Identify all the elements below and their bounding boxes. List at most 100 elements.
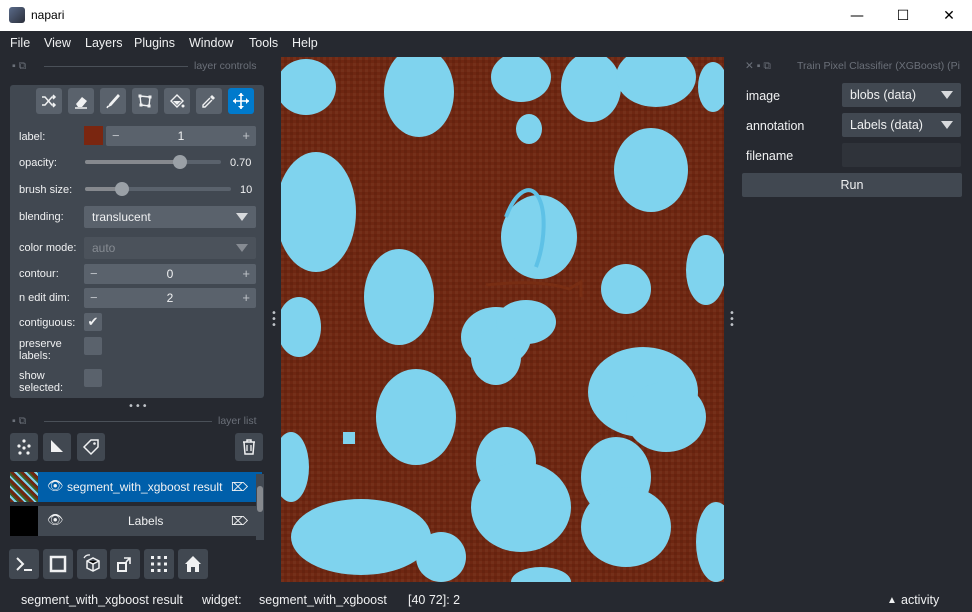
image-label: image (746, 89, 781, 103)
contour-value: 0 (166, 267, 174, 281)
home-button[interactable] (178, 549, 208, 579)
label-label: label: (19, 131, 46, 143)
header-divider (44, 66, 188, 67)
increment-icon[interactable]: + (242, 290, 250, 305)
ndisplay-toggle-button[interactable] (43, 549, 73, 579)
menu-layers[interactable]: Layers (85, 36, 123, 50)
trash-icon (243, 439, 255, 455)
color-mode-value: auto (92, 241, 116, 255)
layer-list-header: layer list (218, 415, 257, 427)
layer-row-labels[interactable]: 👁 Labels ⌦ (10, 506, 262, 536)
show-selected-label: show selected: (19, 370, 64, 394)
brush-size-value: 10 (240, 184, 253, 196)
menu-window[interactable]: Window (189, 36, 233, 50)
annotation-value: Labels (data) (850, 118, 923, 132)
dock-close-float-icons[interactable]: ▪ ⧉ (12, 60, 26, 73)
blending-dropdown[interactable]: translucent (84, 206, 256, 228)
eraser-icon (75, 97, 87, 109)
chevron-down-icon (236, 244, 248, 252)
opacity-slider-fill (85, 160, 181, 164)
layer-name: segment_with_xgboost result (67, 480, 223, 494)
menu-plugins[interactable]: Plugins (134, 36, 175, 50)
eye-icon[interactable]: 👁 (47, 513, 64, 528)
viewer-canvas[interactable] (281, 57, 724, 582)
minimize-button[interactable]: — (834, 0, 880, 31)
contour-label: contour: (19, 268, 59, 280)
shuffle-colors-button[interactable] (36, 88, 62, 114)
label-spinbox[interactable]: − 1 + (106, 126, 256, 146)
close-button[interactable]: ✕ (926, 0, 972, 31)
n-edit-dim-label: n edit dim: (19, 292, 70, 304)
annotation-dropdown[interactable]: Labels (data) (842, 113, 961, 137)
color-mode-dropdown[interactable]: auto (84, 237, 256, 259)
maximize-button[interactable]: ☐ (880, 0, 926, 31)
contour-spinbox[interactable]: − 0 + (84, 264, 256, 284)
dock-resize-handle-left[interactable]: • • • (271, 309, 277, 331)
eye-icon[interactable]: 👁 (47, 479, 64, 494)
checkmark-icon: ✔ (87, 314, 99, 330)
splitter-handle[interactable]: ••• (128, 401, 149, 412)
activity-button[interactable]: activity (901, 593, 939, 607)
scrollbar-handle[interactable] (257, 486, 263, 512)
brush-size-slider-handle[interactable] (114, 182, 129, 196)
home-icon (185, 556, 201, 572)
transpose-icon (117, 557, 131, 572)
menu-help[interactable]: Help (292, 36, 318, 50)
paint-button[interactable] (100, 88, 126, 114)
brush-size-label: brush size: (19, 184, 73, 196)
color-mode-label: color mode: (19, 242, 77, 254)
new-points-layer-button[interactable] (10, 433, 38, 461)
status-widget-label: widget: (202, 593, 242, 607)
run-button[interactable]: Run (742, 173, 962, 197)
title-bar: napari — ☐ ✕ (0, 0, 972, 31)
dock-close-float-icons[interactable]: ▪ ⧉ (12, 415, 26, 428)
opacity-value: 0.70 (230, 157, 252, 169)
move-arrows-icon (233, 93, 249, 109)
roll-dimensions-button[interactable] (77, 549, 107, 579)
menu-bar: File View Layers Plugins Window Tools He… (0, 31, 972, 55)
blending-label: blending: (19, 211, 64, 223)
show-selected-checkbox[interactable] (84, 369, 102, 387)
erase-button[interactable] (68, 88, 94, 114)
opacity-label: opacity: (19, 157, 57, 169)
menu-tools[interactable]: Tools (249, 36, 278, 50)
increment-icon[interactable]: + (242, 266, 250, 281)
preserve-labels-checkbox[interactable] (84, 337, 102, 355)
paint-bucket-icon (170, 94, 185, 108)
grid-icon (151, 556, 167, 572)
dock-close-float-icons[interactable]: ✕ ▪ ⧉ (745, 60, 771, 73)
header-divider (44, 421, 212, 422)
brush-icon (106, 93, 120, 109)
new-labels-layer-button[interactable] (77, 433, 105, 461)
chevron-down-icon (236, 213, 248, 221)
layer-thumbnail (10, 472, 38, 502)
layer-name: Labels (128, 514, 164, 528)
pan-zoom-button[interactable] (228, 88, 254, 114)
new-shapes-layer-button[interactable] (43, 433, 71, 461)
status-widget-value: segment_with_xgboost (259, 593, 387, 607)
color-picker-icon (202, 95, 215, 108)
dock-resize-handle-right[interactable]: • • • (729, 309, 735, 331)
image-dropdown[interactable]: blobs (data) (842, 83, 961, 107)
polygon-button[interactable] (132, 88, 158, 114)
layer-controls-header: layer controls (194, 60, 257, 72)
label-color-swatch (84, 126, 103, 145)
pick-button[interactable] (196, 88, 222, 114)
filename-input[interactable] (842, 143, 961, 167)
grid-view-button[interactable] (144, 549, 174, 579)
menu-file[interactable]: File (10, 36, 30, 50)
menu-view[interactable]: View (44, 36, 71, 50)
contiguous-checkbox[interactable]: ✔ (84, 313, 102, 331)
transpose-button[interactable] (110, 549, 140, 579)
layer-row-segment-result[interactable]: 👁 segment_with_xgboost result ⌦ (10, 472, 262, 502)
fill-button[interactable] (164, 88, 190, 114)
tag-icon: ⌦ (231, 480, 248, 494)
filename-label: filename (746, 149, 794, 163)
increment-icon[interactable]: + (242, 128, 250, 143)
delete-layer-button[interactable] (235, 433, 263, 461)
activity-icon[interactable]: ▲ (887, 595, 897, 606)
n-edit-dim-spinbox[interactable]: − 2 + (84, 288, 256, 308)
chevron-down-icon (941, 91, 953, 99)
console-button[interactable] (9, 549, 39, 579)
shuffle-icon (42, 94, 57, 108)
